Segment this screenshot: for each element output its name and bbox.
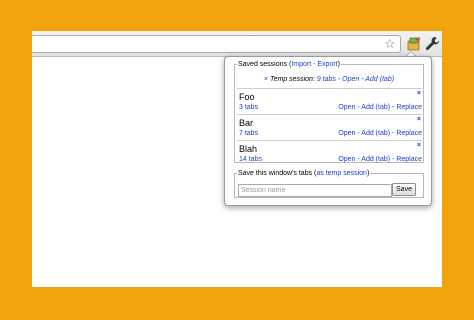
- session-item: Blah × 14 tabs Open - Add (tab) - Replac…: [237, 140, 422, 165]
- export-link[interactable]: Export: [317, 61, 337, 68]
- session-close-icon[interactable]: ×: [417, 142, 421, 149]
- legend-close-paren: ): [337, 61, 340, 68]
- session-tabs-link[interactable]: 7 tabs: [239, 130, 258, 137]
- session-item: Foo × 3 tabs Open - Add (tab) - Replace: [237, 88, 422, 113]
- session-add-link[interactable]: Add (tab): [361, 156, 390, 163]
- session-manager-popup: Saved sessions (Import - Export) × Temp …: [224, 56, 432, 206]
- session-actions: Open - Add (tab) - Replace: [338, 130, 422, 137]
- browser-toolbar: ☆: [32, 31, 442, 57]
- as-temp-session-link[interactable]: as temp session: [316, 170, 367, 177]
- session-replace-link[interactable]: Replace: [396, 156, 422, 163]
- session-replace-link[interactable]: Replace: [396, 130, 422, 137]
- temp-session-tabs-link[interactable]: 9 tabs: [317, 76, 336, 83]
- session-name: Blah: [239, 144, 258, 154]
- session-open-link[interactable]: Open: [338, 104, 355, 111]
- session-actions: Open - Add (tab) - Replace: [338, 156, 422, 163]
- separator: -: [337, 76, 341, 83]
- session-replace-link[interactable]: Replace: [396, 104, 422, 111]
- session-item: Bar × 7 tabs Open - Add (tab) - Replace: [237, 114, 422, 139]
- session-close-icon[interactable]: ×: [417, 90, 421, 97]
- saved-sessions-legend: Saved sessions (Import - Export): [237, 61, 341, 68]
- saved-sessions-group: Saved sessions (Import - Export) × Temp …: [234, 61, 424, 163]
- legend-close-paren: ): [366, 170, 370, 177]
- session-name: Foo: [239, 92, 255, 102]
- session-open-link[interactable]: Open: [338, 156, 355, 163]
- session-add-link[interactable]: Add (tab): [361, 104, 390, 111]
- save-window-group: Save this window's tabs (as temp session…: [234, 170, 424, 198]
- temp-session-add-link[interactable]: Add (tab): [365, 76, 394, 83]
- star-icon[interactable]: ☆: [384, 37, 396, 51]
- session-open-link[interactable]: Open: [338, 130, 355, 137]
- session-actions: Open - Add (tab) - Replace: [338, 104, 422, 111]
- session-name: Bar: [239, 118, 254, 128]
- separator: -: [361, 76, 364, 83]
- extension-icon[interactable]: [406, 36, 422, 52]
- import-link[interactable]: Import: [291, 61, 311, 68]
- temp-session-row: × Temp session: 9 tabs - Open - Add (tab…: [235, 76, 423, 83]
- wrench-icon[interactable]: [425, 36, 440, 51]
- save-window-label: Save this window's tabs (: [238, 170, 317, 177]
- session-add-link[interactable]: Add (tab): [361, 130, 390, 137]
- save-window-legend: Save this window's tabs (as temp session…: [237, 170, 370, 177]
- temp-session-open-link[interactable]: Open: [342, 76, 359, 83]
- session-close-icon[interactable]: ×: [417, 116, 421, 123]
- session-tabs-link[interactable]: 3 tabs: [239, 104, 258, 111]
- session-name-input[interactable]: [238, 184, 392, 197]
- save-button[interactable]: Save: [392, 183, 416, 196]
- temp-session-close-icon[interactable]: ×: [264, 76, 268, 83]
- temp-session-label: Temp session:: [269, 76, 315, 83]
- address-bar[interactable]: ☆: [32, 35, 401, 53]
- session-tabs-link[interactable]: 14 tabs: [239, 156, 262, 163]
- saved-sessions-label: Saved sessions (: [238, 61, 292, 68]
